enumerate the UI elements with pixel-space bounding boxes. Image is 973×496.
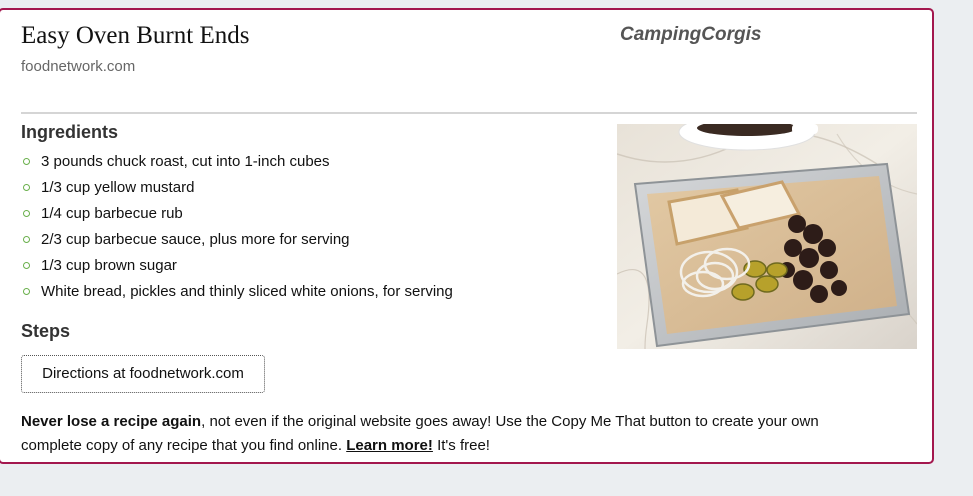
recipe-photo: [617, 124, 917, 349]
recipe-source: foodnetwork.com: [21, 58, 136, 75]
circle-bullet-icon: [23, 210, 30, 217]
ingredient-text: 3 pounds chuck roast, cut into 1-inch cu…: [41, 153, 330, 170]
ingredient-item: White bread, pickles and thinly sliced w…: [21, 281, 453, 307]
recipe-card: Easy Oven Burnt Ends foodnetwork.com Cam…: [0, 8, 934, 464]
steps-heading: Steps: [21, 321, 71, 341]
learn-more-link[interactable]: Learn more!: [346, 437, 433, 454]
ingredient-text: White bread, pickles and thinly sliced w…: [41, 283, 453, 300]
recipe-author[interactable]: CampingCorgis: [620, 24, 761, 46]
ingredient-item: 1/3 cup brown sugar: [21, 255, 453, 281]
promo-bold-lead: Never lose a recipe again: [21, 413, 202, 430]
circle-bullet-icon: [23, 288, 30, 295]
circle-bullet-icon: [23, 184, 30, 191]
ingredient-item: 1/3 cup yellow mustard: [21, 177, 453, 203]
circle-bullet-icon: [23, 236, 30, 243]
ingredients-heading: Ingredients: [21, 122, 119, 142]
directions-button[interactable]: Directions at foodnetwork.com: [21, 355, 265, 393]
ingredient-item: 1/4 cup barbecue rub: [21, 203, 453, 229]
ingredient-text: 1/3 cup yellow mustard: [41, 179, 195, 196]
ingredient-text: 1/3 cup brown sugar: [41, 257, 177, 274]
ingredient-item: 2/3 cup barbecue sauce, plus more for se…: [21, 229, 453, 255]
ingredients-list: 3 pounds chuck roast, cut into 1-inch cu…: [21, 151, 453, 307]
circle-bullet-icon: [23, 262, 30, 269]
ingredient-text: 2/3 cup barbecue sauce, plus more for se…: [41, 231, 350, 248]
ingredient-text: 1/4 cup barbecue rub: [41, 205, 183, 222]
circle-bullet-icon: [23, 158, 30, 165]
promo-text-2: It's free!: [432, 437, 490, 454]
recipe-title: Easy Oven Burnt Ends: [21, 22, 250, 49]
promo-text: Never lose a recipe again, not even if t…: [21, 410, 821, 458]
divider: [21, 112, 917, 114]
ingredient-item: 3 pounds chuck roast, cut into 1-inch cu…: [21, 151, 453, 177]
